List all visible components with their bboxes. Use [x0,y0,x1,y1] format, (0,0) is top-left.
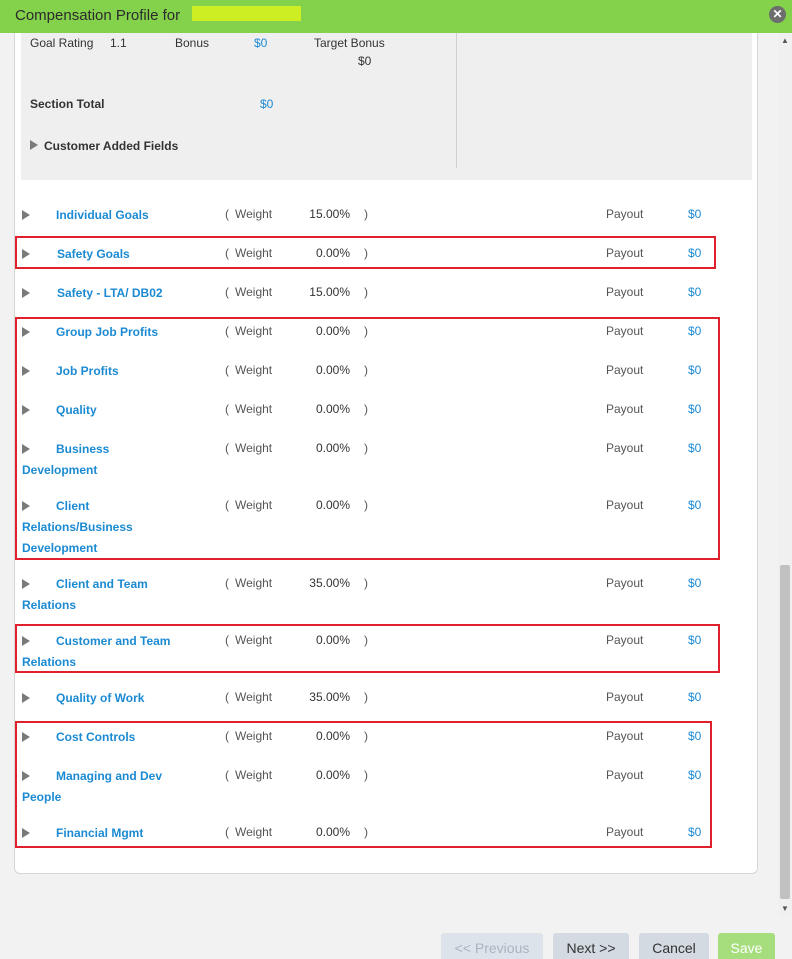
expand-triangle-icon[interactable] [22,288,30,298]
vertical-scrollbar[interactable]: ▲ ▼ [778,33,792,917]
goal-rating-label: Goal Rating [30,36,94,50]
expand-triangle-icon[interactable] [30,140,38,150]
redacted-employee-name [192,6,301,21]
payout-value[interactable]: $0 [688,285,701,299]
dialog-header: Compensation Profile for ✕ [0,0,792,33]
payout-label: Payout [606,576,644,590]
summary-section [21,33,752,180]
weight-label: Weight [235,207,273,221]
scroll-up-icon[interactable]: ▲ [778,33,792,49]
payout-label: Payout [606,690,644,704]
bonus-label: Bonus [175,36,210,50]
customer-added-fields-toggle[interactable]: Customer Added Fields [44,139,178,153]
expand-triangle-icon[interactable] [22,210,30,220]
weight-value: 15.00% [309,285,350,299]
summary-divider [456,33,457,168]
payout-label: Payout [606,207,644,221]
paren-open: ( [225,576,229,590]
paren-close: ) [364,207,368,221]
goal-name-link[interactable]: Quality of Work [56,691,144,705]
weight-label: Weight [235,576,273,590]
bonus-value[interactable]: $0 [254,36,267,50]
payout-value[interactable]: $0 [688,576,701,590]
previous-button[interactable]: << Previous [441,933,543,959]
payout-value[interactable]: $0 [688,690,701,704]
weight-label: Weight [235,285,273,299]
paren-close: ) [364,576,368,590]
highlight-box [15,624,720,673]
goal-name-link[interactable]: Safety - LTA/ DB02 [57,286,163,300]
cancel-button[interactable]: Cancel [639,933,709,959]
goal-name-link[interactable]: Individual Goals [56,208,149,222]
scroll-down-icon[interactable]: ▼ [778,901,792,917]
section-total-label: Section Total [30,97,105,111]
weight-value: 15.00% [309,207,350,221]
scrollbar-thumb[interactable] [780,565,790,899]
goal-name-link[interactable]: Client and Team [56,577,148,591]
goal-rating-value: 1.1 [110,36,127,50]
highlight-box [15,721,712,848]
paren-open: ( [225,690,229,704]
goal-name-link-cont[interactable]: Relations [22,598,76,612]
payout-label: Payout [606,285,644,299]
close-icon[interactable]: ✕ [769,6,786,23]
highlight-box [15,317,720,560]
highlight-box [15,236,716,269]
next-button[interactable]: Next >> [553,933,629,959]
paren-open: ( [225,207,229,221]
expand-triangle-icon[interactable] [22,693,30,703]
paren-close: ) [364,690,368,704]
paren-open: ( [225,285,229,299]
paren-close: ) [364,285,368,299]
weight-label: Weight [235,690,273,704]
weight-value: 35.00% [309,576,350,590]
target-bonus-value: $0 [358,54,372,68]
target-bonus-label: Target Bonus [314,36,385,50]
dialog-title: Compensation Profile for [15,7,181,24]
section-total-value[interactable]: $0 [260,97,273,111]
weight-value: 35.00% [309,690,350,704]
expand-triangle-icon[interactable] [22,579,30,589]
save-button[interactable]: Save [718,933,775,959]
payout-value[interactable]: $0 [688,207,701,221]
